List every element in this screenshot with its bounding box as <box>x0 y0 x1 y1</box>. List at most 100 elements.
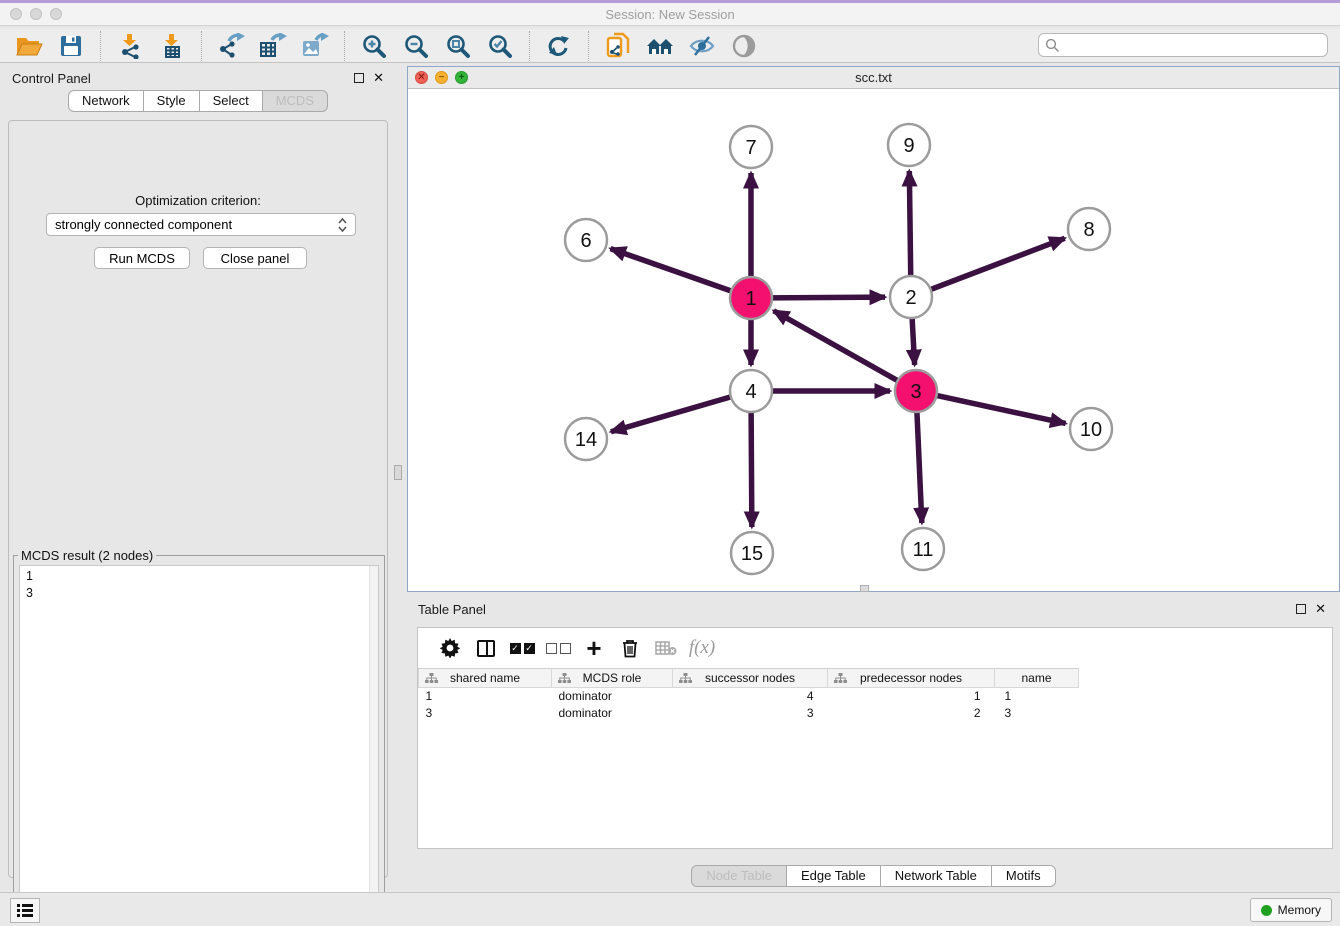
show-eye-icon[interactable] <box>727 31 761 61</box>
network-title: scc.txt <box>408 70 1339 85</box>
node-8[interactable]: 8 <box>1068 208 1110 250</box>
delete-column-icon[interactable] <box>612 633 648 663</box>
table-row[interactable]: 3dominator323 <box>419 705 1079 722</box>
tab-motifs[interactable]: Motifs <box>991 865 1056 887</box>
criterion-dropdown[interactable]: strongly connected component <box>46 213 356 236</box>
table-panel-tabs: Node TableEdge TableNetwork TableMotifs <box>407 865 1340 887</box>
task-history-button[interactable] <box>10 898 40 923</box>
tab-network[interactable]: Network <box>68 90 144 112</box>
node-table-container: ✓✓ + f(x) shared nameMCDS rolesuccessor … <box>417 627 1333 849</box>
node-11[interactable]: 11 <box>902 528 944 570</box>
float-table-panel-icon[interactable] <box>1296 604 1306 614</box>
tab-node-table[interactable]: Node Table <box>691 865 787 887</box>
network-frame-titlebar: ✕ − + scc.txt <box>408 67 1339 89</box>
edge-3-10[interactable] <box>934 395 1066 424</box>
table-panel-title: Table Panel <box>418 602 486 617</box>
zoom-out-icon[interactable] <box>399 31 433 61</box>
import-network-icon[interactable] <box>113 31 147 61</box>
edge-1-2[interactable] <box>769 297 885 298</box>
close-panel-icon[interactable]: ✕ <box>373 73 384 83</box>
dropdown-stepper-icon <box>338 218 347 232</box>
search-input[interactable] <box>1064 38 1327 52</box>
function-builder-icon-disabled: f(x) <box>684 633 720 663</box>
edge-4-14[interactable] <box>611 396 734 432</box>
edge-2-3[interactable] <box>912 315 915 365</box>
node-table[interactable]: shared nameMCDS rolesuccessor nodesprede… <box>418 668 1079 722</box>
select-all-checkboxes-icon[interactable]: ✓✓ <box>504 633 540 663</box>
export-table-icon[interactable] <box>256 31 290 61</box>
clone-network-icon[interactable] <box>601 31 635 61</box>
deselect-all-checkboxes-icon[interactable] <box>540 633 576 663</box>
window-titlebar: Session: New Session <box>0 0 1340 26</box>
table-options-gear-icon[interactable] <box>432 633 468 663</box>
memory-button[interactable]: Memory <box>1250 898 1332 922</box>
svg-text:10: 10 <box>1080 419 1102 441</box>
zoom-in-icon[interactable] <box>357 31 391 61</box>
close-panel-button[interactable]: Close panel <box>203 247 307 269</box>
tab-network-table[interactable]: Network Table <box>880 865 992 887</box>
table-body: 1dominator4113dominator323 <box>419 688 1079 722</box>
export-image-icon[interactable] <box>298 31 332 61</box>
save-session-icon[interactable] <box>54 31 88 61</box>
open-session-icon[interactable] <box>12 31 46 61</box>
zoom-fit-icon[interactable] <box>441 31 475 61</box>
zoom-selected-icon[interactable] <box>483 31 517 61</box>
table-row[interactable]: 1dominator411 <box>419 688 1079 705</box>
edge-2-8[interactable] <box>928 238 1065 290</box>
toolbar-separator <box>344 31 345 61</box>
network-graph[interactable]: 7 9 6 8 1 2 4 3 14 10 15 11 <box>408 89 1339 591</box>
column-header-successor-nodes[interactable]: successor nodes <box>673 669 828 688</box>
node-1[interactable]: 1 <box>730 277 772 319</box>
column-header-shared-name[interactable]: shared name <box>419 669 552 688</box>
mcds-tab-content: Optimization criterion: strongly connect… <box>8 120 388 878</box>
optimization-criterion-label: Optimization criterion: <box>9 193 387 208</box>
svg-text:11: 11 <box>913 539 934 561</box>
mcds-result-title: MCDS result (2 nodes) <box>18 548 156 563</box>
tab-mcds[interactable]: MCDS <box>262 90 328 112</box>
tab-edge-table[interactable]: Edge Table <box>786 865 881 887</box>
apply-layout-icon[interactable] <box>542 31 576 61</box>
home-icon[interactable] <box>643 31 677 61</box>
node-14[interactable]: 14 <box>565 418 607 460</box>
horizontal-splitter-handle[interactable] <box>860 585 869 592</box>
list-icon <box>17 904 39 907</box>
edge-2-9[interactable] <box>909 171 910 279</box>
node-6[interactable]: 6 <box>565 219 607 261</box>
table-panel: Table Panel ✕ ✓✓ + f(x) shared nameMCDS … <box>407 597 1340 890</box>
node-3[interactable]: 3 <box>895 370 937 412</box>
node-9[interactable]: 9 <box>888 124 930 166</box>
node-7[interactable]: 7 <box>730 126 772 168</box>
control-panel-title: Control Panel <box>12 71 91 86</box>
node-4[interactable]: 4 <box>730 370 772 412</box>
mcds-result-text[interactable]: 1 3 <box>19 565 379 925</box>
svg-text:4: 4 <box>745 381 756 403</box>
search-field[interactable] <box>1038 33 1328 57</box>
edge-1-6[interactable] <box>611 249 734 292</box>
application-window: { "window": { "title": "Session: New Ses… <box>0 0 1340 926</box>
node-15[interactable]: 15 <box>731 532 773 574</box>
edge-4-15[interactable] <box>751 409 752 527</box>
node-2[interactable]: 2 <box>890 276 932 318</box>
import-table-icon[interactable] <box>155 31 189 61</box>
memory-status-icon <box>1261 905 1272 916</box>
toolbar-separator <box>529 31 530 61</box>
column-header-MCDS-role[interactable]: MCDS role <box>552 669 673 688</box>
show-columns-icon[interactable] <box>468 633 504 663</box>
column-header-predecessor-nodes[interactable]: predecessor nodes <box>828 669 995 688</box>
result-scrollbar[interactable] <box>369 566 378 924</box>
tab-style[interactable]: Style <box>143 90 200 112</box>
table-toolbar: ✓✓ + f(x) <box>418 628 1332 668</box>
float-panel-icon[interactable] <box>354 73 364 83</box>
edge-3-1[interactable] <box>774 311 901 382</box>
export-network-icon[interactable] <box>214 31 248 61</box>
hide-panel-eye-icon[interactable] <box>685 31 719 61</box>
column-header-name[interactable]: name <box>995 669 1079 688</box>
vertical-splitter-handle[interactable] <box>394 465 402 480</box>
node-10[interactable]: 10 <box>1070 408 1112 450</box>
add-column-icon[interactable]: + <box>576 633 612 663</box>
close-table-panel-icon[interactable]: ✕ <box>1315 604 1326 614</box>
tab-select[interactable]: Select <box>199 90 263 112</box>
edge-3-11[interactable] <box>917 409 922 523</box>
network-canvas[interactable]: 7 9 6 8 1 2 4 3 14 10 15 11 <box>408 89 1339 591</box>
run-mcds-button[interactable]: Run MCDS <box>94 247 190 269</box>
